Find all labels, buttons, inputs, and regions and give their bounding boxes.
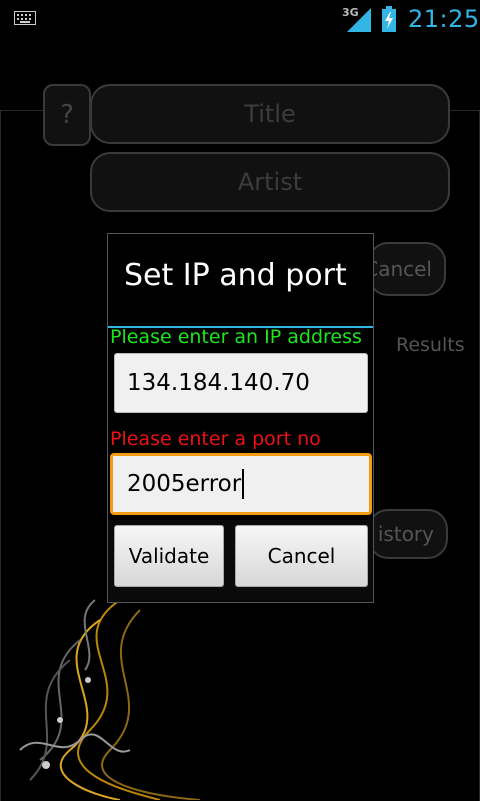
title-input[interactable]: Title (90, 84, 450, 144)
validate-button[interactable]: Validate (114, 525, 224, 587)
port-number-value: 2005error (127, 471, 242, 497)
port-number-label: Please enter a port no (110, 428, 321, 450)
artist-input[interactable]: Artist (90, 152, 450, 212)
history-button[interactable]: istory (368, 509, 448, 559)
results-label: Results (396, 334, 465, 356)
keyboard-icon (14, 11, 36, 25)
help-button[interactable]: ? (43, 84, 91, 146)
ip-address-label: Please enter an IP address (110, 326, 362, 348)
dialog-button-bar: Validate Cancel (108, 520, 373, 602)
clock: 21:25 (408, 5, 480, 33)
battery-charging-icon (382, 6, 396, 32)
cancel-button[interactable]: Cancel (235, 525, 368, 587)
text-cursor (242, 469, 245, 499)
set-ip-port-dialog: Set IP and port Please enter an IP addre… (107, 233, 374, 603)
signal-icon (347, 8, 371, 32)
port-number-input[interactable]: 2005error (110, 453, 372, 515)
background-cancel-button[interactable]: Cancel (364, 242, 446, 296)
status-bar: 3G 21:25 (0, 0, 480, 38)
dialog-title: Set IP and port (124, 258, 347, 293)
ip-address-value: 134.184.140.70 (127, 370, 310, 396)
ip-address-input[interactable]: 134.184.140.70 (114, 353, 368, 413)
